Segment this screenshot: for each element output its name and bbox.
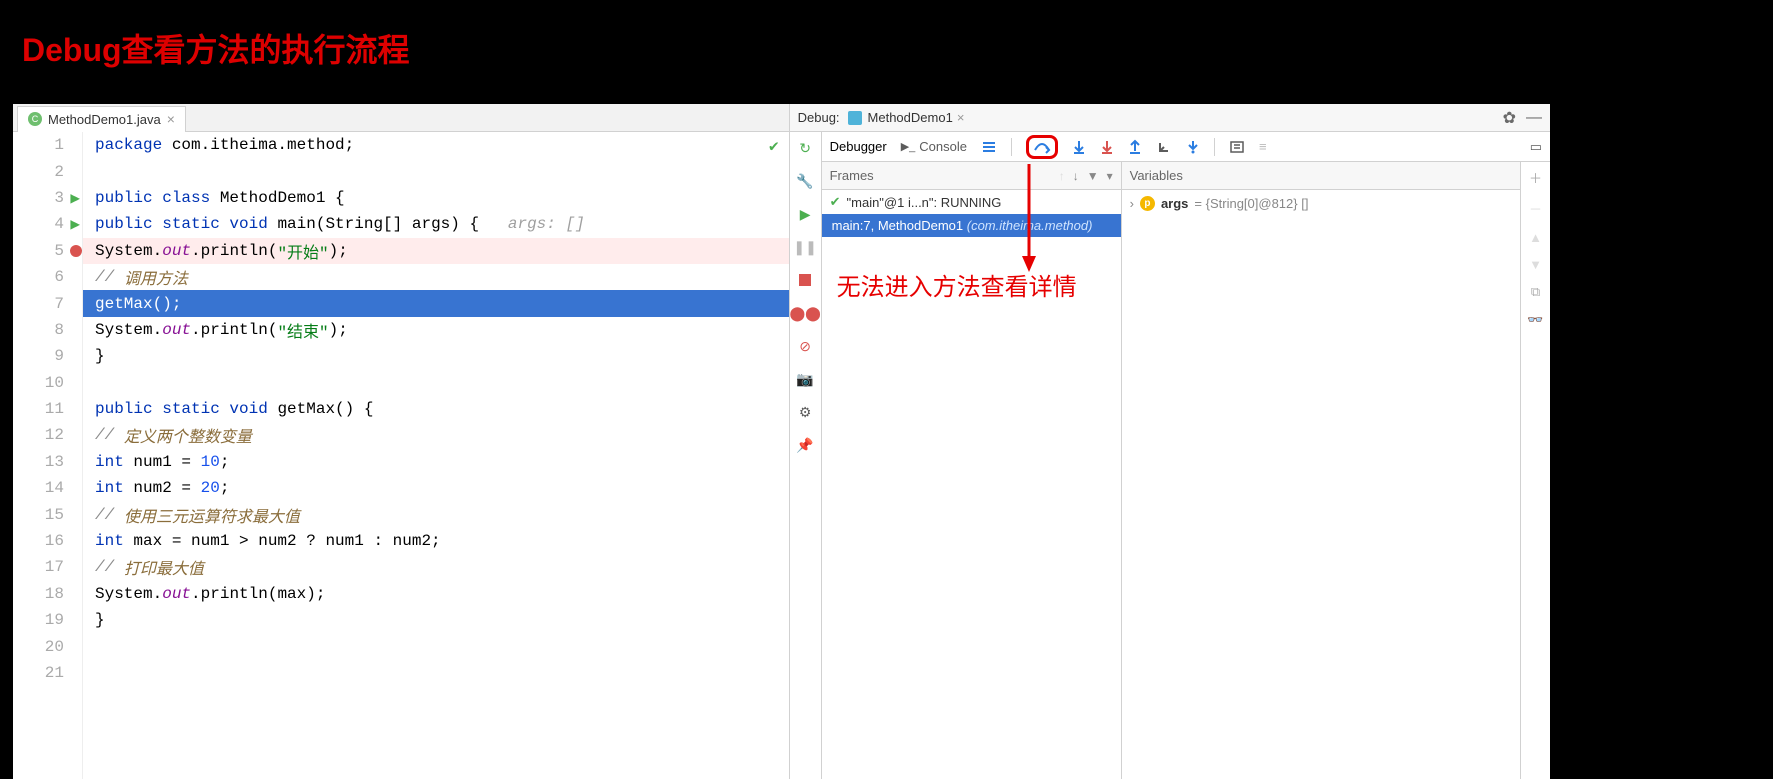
- code-line: public static void getMax() {: [83, 396, 789, 422]
- step-out-icon[interactable]: [1128, 139, 1142, 155]
- code-line: System.out.println("开始");: [83, 238, 789, 264]
- run-icon[interactable]: ▶: [70, 214, 80, 234]
- thread-row[interactable]: ✔ "main"@1 i...n": RUNNING: [822, 190, 1121, 214]
- run-icon[interactable]: ▶: [70, 188, 80, 208]
- run-to-cursor-icon[interactable]: [1186, 139, 1200, 155]
- editor-tab-bar: C MethodDemo1.java ×: [13, 104, 789, 132]
- debug-sidebar: ↻ 🔧 ▶ ❚❚ ⬤⬤ ⊘ 📷 ⚙ 📌: [790, 132, 822, 779]
- tab-debugger[interactable]: Debugger: [830, 139, 887, 154]
- editor-pane: C MethodDemo1.java × 1 2 3▶ 4▶ 5 6 7 8 9…: [13, 104, 790, 779]
- up-watch-icon[interactable]: ▲: [1529, 230, 1542, 245]
- remove-watch-icon[interactable]: －: [1529, 199, 1542, 218]
- debug-config-name[interactable]: MethodDemo1: [868, 110, 953, 125]
- wrench-icon[interactable]: 🔧: [795, 171, 815, 191]
- add-watch-icon[interactable]: ＋: [1529, 168, 1542, 187]
- code-line: int num1 = 10;: [83, 449, 789, 475]
- check-icon: ✔: [830, 194, 841, 210]
- code-line: // 使用三元运算符求最大值: [83, 501, 789, 527]
- step-into-icon[interactable]: [1072, 139, 1086, 155]
- editor-tab-methoddemo1[interactable]: C MethodDemo1.java ×: [17, 106, 186, 132]
- code-line: // 打印最大值: [83, 554, 789, 580]
- variable-name: args: [1161, 196, 1188, 211]
- settings-icon[interactable]: ✿: [1503, 108, 1516, 128]
- force-step-into-icon[interactable]: [1100, 139, 1114, 155]
- drop-frame-icon[interactable]: [1156, 140, 1172, 154]
- code-line: // 定义两个整数变量: [83, 422, 789, 448]
- filter-icon[interactable]: ▼: [1087, 169, 1099, 183]
- ide-window: C MethodDemo1.java × 1 2 3▶ 4▶ 5 6 7 8 9…: [13, 104, 1550, 779]
- close-config-icon[interactable]: ×: [957, 110, 965, 125]
- next-frame-icon[interactable]: ↓: [1073, 169, 1079, 183]
- code-line: // 调用方法: [83, 264, 789, 290]
- pause-icon[interactable]: ❚❚: [795, 237, 815, 257]
- debug-header: Debug: MethodDemo1 × ✿ —: [790, 104, 1550, 132]
- editor-tab-label: MethodDemo1.java: [48, 112, 161, 127]
- debug-pane: Debug: MethodDemo1 × ✿ — ↻ 🔧 ▶ ❚❚ ⬤⬤ ⊘ 📷: [790, 104, 1550, 779]
- frame-label: main:7, MethodDemo1: [832, 218, 967, 233]
- page-title-overlay: Debug查看方法的执行流程: [22, 25, 410, 71]
- tab-console[interactable]: ▶_Console: [901, 139, 967, 154]
- code-line: }: [83, 607, 789, 633]
- step-over-highlight: [1026, 135, 1058, 159]
- code-line: int num2 = 20;: [83, 475, 789, 501]
- code-line: [83, 633, 789, 659]
- code-line: [83, 158, 789, 184]
- breakpoint-icon[interactable]: [70, 245, 82, 257]
- variables-column: Variables › p args = {String[0]@812} []: [1122, 162, 1520, 779]
- layout-icon[interactable]: ▭: [1530, 139, 1542, 155]
- variables-toolbar: ＋ － ▲ ▼ ⧉ 👓: [1520, 162, 1550, 779]
- close-tab-icon[interactable]: ×: [167, 111, 175, 127]
- debug-main: Debugger ▶_Console: [822, 132, 1550, 779]
- frames-header: Frames ↑ ↓ ▼ ▾: [822, 162, 1121, 190]
- application-icon: [848, 111, 862, 125]
- threads-icon[interactable]: [981, 140, 997, 154]
- rerun-icon[interactable]: ↻: [795, 138, 815, 158]
- code-line: [83, 370, 789, 396]
- annotation-text: 无法进入方法查看详情: [837, 267, 1077, 302]
- frame-package: (com.itheima.method): [967, 218, 1093, 233]
- editor-gutter: 1 2 3▶ 4▶ 5 6 7 8 9 10 11 12 13 14 15 16: [13, 132, 83, 779]
- copy-icon[interactable]: ⧉: [1531, 284, 1540, 300]
- class-file-icon: C: [28, 112, 42, 126]
- resume-icon[interactable]: ▶: [795, 204, 815, 224]
- camera-icon[interactable]: 📷: [795, 369, 815, 389]
- code-line: int max = num1 > num2 ? num1 : num2;: [83, 528, 789, 554]
- code-line: public class MethodDemo1 {: [83, 185, 789, 211]
- down-watch-icon[interactable]: ▼: [1529, 257, 1542, 272]
- code-line: public static void main(String[] args) {…: [83, 211, 789, 237]
- frames-column: Frames ↑ ↓ ▼ ▾ ✔ "main"@1 i...n": RU: [822, 162, 1122, 779]
- variable-value: = {String[0]@812} []: [1194, 196, 1308, 211]
- analysis-ok-icon: ✔: [769, 136, 779, 156]
- prev-frame-icon[interactable]: ↑: [1059, 169, 1065, 183]
- pin-icon[interactable]: 📌: [795, 435, 815, 455]
- evaluate-icon[interactable]: [1229, 140, 1245, 154]
- more-frames-icon[interactable]: ▾: [1107, 169, 1113, 183]
- editor-body: 1 2 3▶ 4▶ 5 6 7 8 9 10 11 12 13 14 15 16: [13, 132, 789, 779]
- code-line: System.out.println("结束");: [83, 317, 789, 343]
- code-line-current: getMax();: [83, 290, 789, 316]
- stack-frame[interactable]: main:7, MethodDemo1 (com.itheima.method): [822, 214, 1121, 237]
- expand-icon[interactable]: ›: [1130, 196, 1134, 211]
- variables-header: Variables: [1122, 162, 1520, 190]
- trace-icon[interactable]: ≡: [1259, 139, 1267, 154]
- settings-small-icon[interactable]: ⚙: [795, 402, 815, 422]
- code-line: [83, 660, 789, 686]
- breakpoints-icon[interactable]: ⬤⬤: [795, 303, 815, 323]
- code-line: }: [83, 343, 789, 369]
- param-badge-icon: p: [1140, 196, 1155, 211]
- glasses-icon[interactable]: 👓: [1527, 312, 1543, 328]
- debug-label: Debug:: [798, 110, 840, 125]
- code-line: System.out.println(max);: [83, 581, 789, 607]
- code-line: package com.itheima.method;: [83, 132, 789, 158]
- minimize-icon[interactable]: —: [1526, 109, 1542, 127]
- stop-icon[interactable]: [795, 270, 815, 290]
- step-over-icon[interactable]: [1033, 140, 1051, 154]
- thread-label: "main"@1 i...n": RUNNING: [847, 195, 1002, 210]
- code-area[interactable]: ✔ package com.itheima.method; public cla…: [83, 132, 789, 779]
- debug-toolbar: Debugger ▶_Console: [822, 132, 1550, 162]
- mute-breakpoints-icon[interactable]: ⊘: [795, 336, 815, 356]
- variable-row[interactable]: › p args = {String[0]@812} []: [1130, 196, 1512, 211]
